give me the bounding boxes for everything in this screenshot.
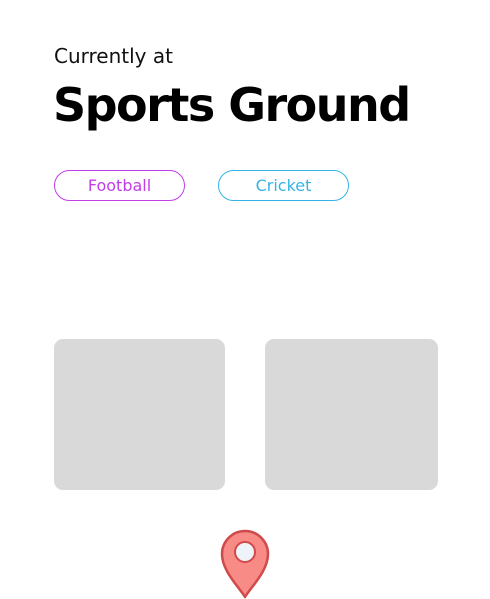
location-label: Currently at [54, 44, 173, 68]
tag-football[interactable]: Football [54, 170, 185, 201]
tag-cricket[interactable]: Cricket [218, 170, 349, 201]
location-pin-icon[interactable] [219, 527, 271, 599]
image-placeholder-1[interactable] [54, 339, 225, 490]
image-placeholder-2[interactable] [265, 339, 438, 490]
location-title: Sports Ground [53, 78, 411, 132]
